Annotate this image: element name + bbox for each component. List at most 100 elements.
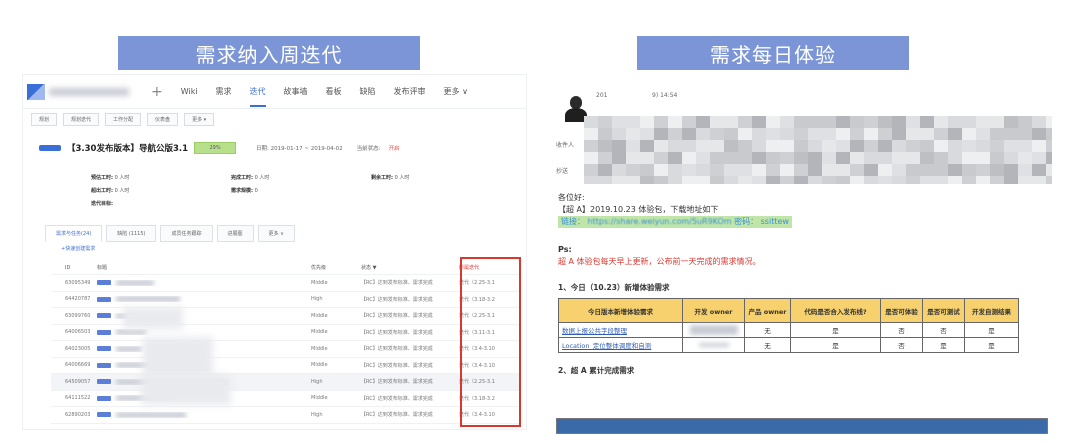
tab-member-tracking[interactable]: 成员任务跟踪	[160, 225, 213, 242]
mosaic-block	[710, 176, 724, 184]
table-row[interactable]: 64420787 High 【RC】达到发布标准、需求完成 迭代（3.18-3.2	[51, 292, 521, 308]
mosaic-block	[612, 152, 626, 164]
row-status[interactable]: 【RC】达到发布标准、需求完成	[361, 411, 455, 418]
row-status[interactable]: 【RC】达到发布标准、需求完成	[361, 378, 455, 385]
row-title[interactable]	[97, 329, 311, 336]
row-status[interactable]: 【RC】达到发布标准、需求完成	[361, 329, 455, 336]
mosaic-block	[654, 164, 668, 176]
row-status[interactable]: 【RC】达到发布标准、需求完成	[361, 395, 455, 402]
mosaic-block	[934, 116, 948, 128]
mosaic-block	[696, 116, 710, 128]
table-row[interactable]: 64006503 Middle 【RC】达到发布标准、需求完成 迭代（3.11-3.1	[51, 325, 521, 341]
toolbar-work-assign[interactable]: 工作分配	[105, 112, 142, 126]
toolbar-more[interactable]: 更多 ▾	[184, 112, 215, 126]
mosaic-block	[1004, 152, 1018, 164]
link-url[interactable]: https://share.weiyun.com/5uR9KOm	[588, 217, 732, 226]
row-status[interactable]: 【RC】达到发布标准、需求完成	[361, 362, 455, 369]
nav-story-wall[interactable]: 故事墙	[284, 86, 308, 97]
mosaic-block	[892, 152, 906, 164]
toolbar-plan-iteration[interactable]: 规划迭代	[63, 112, 100, 126]
row-id[interactable]: 64420787	[51, 296, 97, 302]
table-row[interactable]: 64111522 Middle 【RC】达到发布标准、需求完成 迭代（3.18-3.2	[51, 391, 521, 407]
row-status[interactable]: 【RC】达到发布标准、需求完成	[361, 312, 455, 319]
nav-requirements[interactable]: 需求	[216, 86, 232, 97]
mosaic-block	[822, 128, 836, 140]
row-id[interactable]: 62890203	[51, 412, 97, 418]
nav-defects[interactable]: 缺陷	[360, 86, 376, 97]
table-row[interactable]: 62890203 High 【RC】达到发布标准、需求完成 迭代（3.4-3.10	[51, 407, 521, 424]
row-title[interactable]	[97, 296, 311, 303]
mosaic-block	[1046, 128, 1052, 140]
mosaic-block	[920, 176, 934, 184]
mosaic-block	[878, 140, 892, 152]
toolbar-plan[interactable]: 规划	[31, 112, 58, 126]
mosaic-block	[598, 176, 612, 184]
nav-kanban[interactable]: 看板	[326, 86, 342, 97]
add-icon[interactable]: +	[151, 84, 163, 100]
col-title[interactable]: 标题	[97, 264, 311, 271]
nav-wiki[interactable]: Wiki	[181, 87, 198, 96]
mosaic-block	[850, 116, 864, 128]
row-status[interactable]: 【RC】达到发布标准、需求完成	[361, 345, 455, 352]
mosaic-block	[850, 152, 864, 164]
row-id[interactable]: 64111522	[51, 395, 97, 401]
sent-time: 9) 14:54	[652, 92, 678, 99]
requirement-link[interactable]: 数据上报公共字段整理	[558, 322, 683, 338]
mosaic-block	[654, 128, 668, 140]
th-merged: 代码是否合入发布线?	[790, 298, 881, 323]
mosaic-block	[682, 140, 696, 152]
mosaic-block	[808, 164, 822, 176]
table-row[interactable]: 64509057 High 【RC】达到发布标准、需求完成 迭代（2.25-3.1	[51, 374, 521, 391]
mosaic-block	[906, 128, 920, 140]
pwd-value: ssittew	[760, 217, 789, 226]
mosaic-block	[682, 176, 696, 184]
mosaic-block	[794, 152, 808, 164]
row-id[interactable]: 63095349	[51, 280, 97, 286]
stat-scale-label: 需求规模:	[231, 188, 253, 194]
row-id[interactable]: 64006669	[51, 362, 97, 368]
row-id[interactable]: 64023005	[51, 346, 97, 352]
row-id[interactable]: 64509057	[51, 379, 97, 385]
row-priority: Middle	[311, 279, 328, 286]
mosaic-block	[976, 128, 990, 140]
nav-more[interactable]: 更多 ∨	[444, 86, 468, 97]
toolbar-dashboard[interactable]: 仪表盘	[147, 112, 179, 126]
row-status[interactable]: 【RC】达到发布标准、需求完成	[361, 279, 455, 286]
mosaic-block	[780, 152, 794, 164]
iteration-tabs: 需求与任务(24) 缺陷 (1115) 成员任务跟踪 进展图 更多 ∨	[45, 225, 295, 242]
mosaic-block	[668, 140, 682, 152]
tab-defects[interactable]: 缺陷 (1115)	[106, 225, 157, 242]
mosaic-block	[766, 164, 780, 176]
nav-release-review[interactable]: 发布评审	[394, 86, 426, 97]
mosaic-block	[836, 164, 850, 176]
row-title[interactable]	[97, 279, 311, 286]
row-title[interactable]	[97, 411, 311, 418]
row-status[interactable]: 【RC】达到发布标准、需求完成	[361, 296, 455, 303]
mosaic-block	[836, 176, 850, 184]
download-link[interactable]: 链接： https://share.weiyun.com/5uR9KOm 密码：…	[558, 216, 792, 228]
table-row[interactable]: 63099760 Middle 【RC】达到发布标准、需求完成 迭代（2.25-3.1	[51, 308, 521, 325]
tab-requirements-tasks[interactable]: 需求与任务(24)	[45, 225, 103, 242]
quick-create-link[interactable]: +快速创建需求	[61, 245, 95, 252]
row-id[interactable]: 63099760	[51, 313, 97, 319]
tab-progress-chart[interactable]: 进展图	[216, 225, 254, 242]
mosaic-block	[1018, 116, 1032, 128]
requirement-link[interactable]: Location_定位整体调度和自测	[558, 337, 683, 353]
col-priority[interactable]: 优先级	[311, 264, 361, 271]
col-status[interactable]: 状态 ▼	[361, 264, 455, 271]
table-row[interactable]: 63095349 Middle 【RC】达到发布标准、需求完成 迭代（2.25-3.1	[51, 275, 521, 292]
table-row[interactable]: 64023005 Middle 【RC】达到发布标准、需求完成 迭代（3.4-3.10	[51, 341, 521, 358]
col-id[interactable]: ID	[51, 265, 97, 271]
mosaic-block	[1046, 176, 1052, 184]
tab-more[interactable]: 更多 ∨	[257, 225, 295, 242]
mosaic-block	[584, 128, 598, 140]
mosaic-block	[808, 128, 822, 140]
nav-iteration[interactable]: 迭代	[249, 86, 266, 107]
mosaic-block	[668, 116, 682, 128]
table-row[interactable]: 64006669 Middle 【RC】达到发布标准、需求完成 迭代（3.4-3.10	[51, 358, 521, 374]
row-id[interactable]: 64006503	[51, 329, 97, 335]
row-priority: High	[311, 378, 323, 385]
mosaic-block	[626, 140, 640, 152]
mosaic-block	[1018, 176, 1032, 184]
cell-merged: 是	[790, 322, 881, 338]
